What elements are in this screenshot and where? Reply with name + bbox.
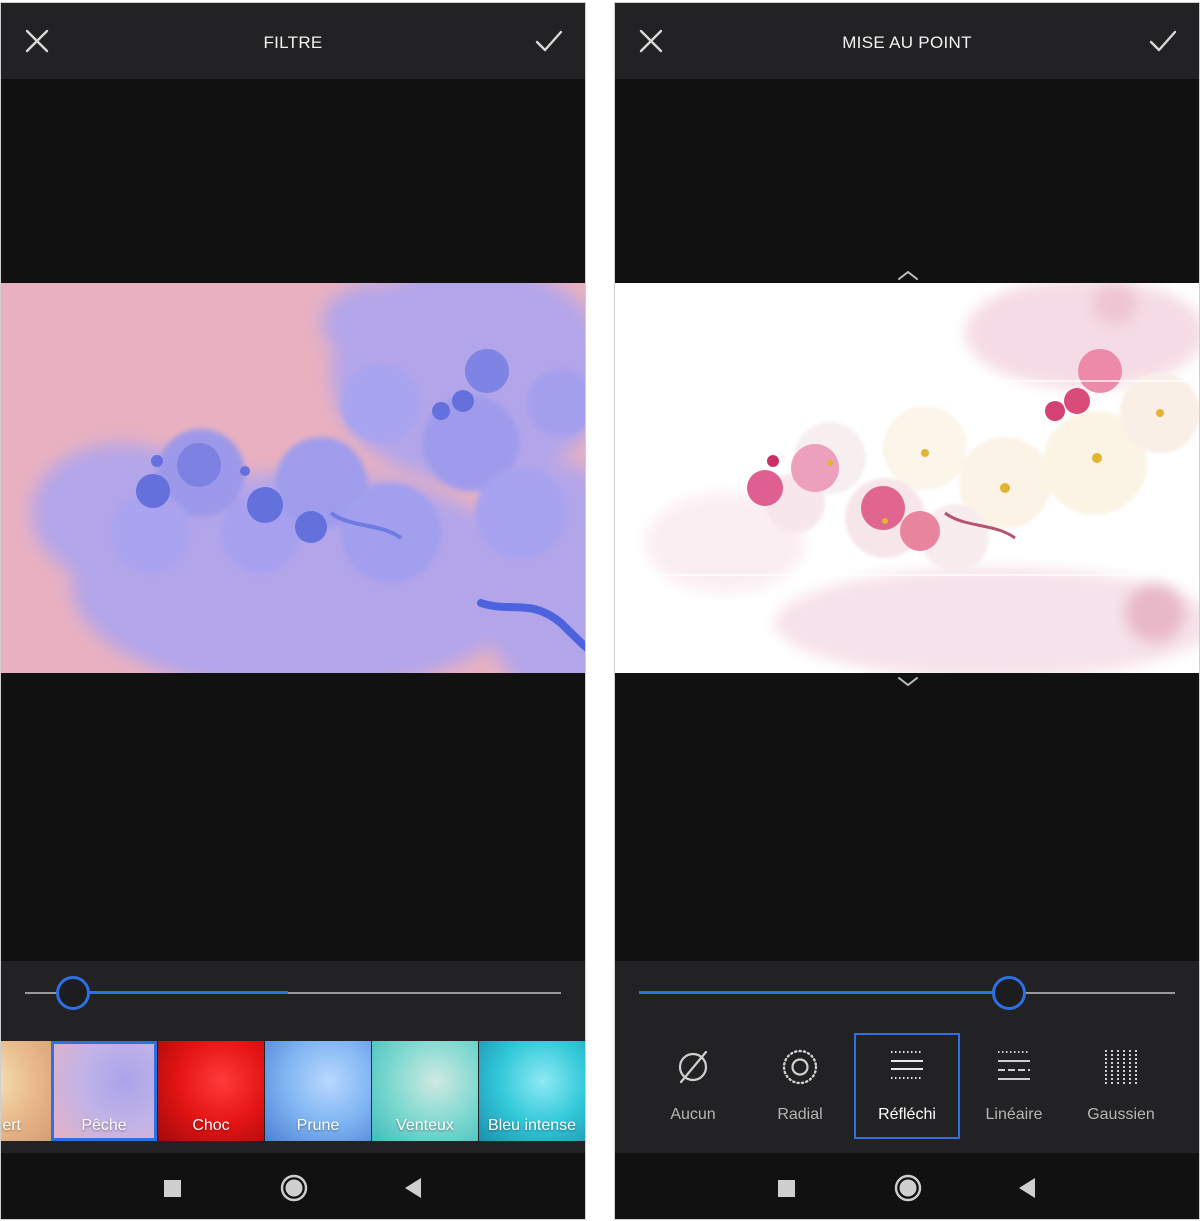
filter-label: Bleu intense <box>487 1117 577 1134</box>
filter-thumb-choc[interactable]: Choc <box>158 1041 264 1141</box>
filter-preview <box>51 1041 157 1141</box>
recents-button[interactable] <box>157 1173 187 1203</box>
intensity-slider[interactable] <box>25 976 561 1010</box>
filter-thumb-bleu-intense[interactable]: Bleu intense <box>479 1041 585 1141</box>
confirm-button[interactable] <box>1147 25 1179 57</box>
chevron-up-icon[interactable] <box>896 269 920 281</box>
focus-mode-lineaire[interactable]: Linéaire <box>961 1033 1067 1139</box>
focus-screen: MISE AU POINT Aucun Radial Réfléchi Liné… <box>614 2 1200 1220</box>
filter-thumb-prune[interactable]: Prune <box>265 1041 371 1141</box>
no-blur-icon <box>678 1050 708 1084</box>
chevron-down-icon[interactable] <box>896 675 920 687</box>
slider-fill <box>73 991 288 994</box>
checkmark-icon <box>1149 30 1177 52</box>
screen-title: FILTRE <box>263 33 323 52</box>
focus-mode-radial[interactable]: Radial <box>747 1033 853 1139</box>
triangle-back-icon <box>1019 1178 1035 1198</box>
focus-mode-label: Linéaire <box>985 1106 1043 1123</box>
home-button[interactable] <box>893 1173 923 1203</box>
mirrored-icon <box>891 1051 923 1079</box>
top-bar: MISE AU POINT <box>615 3 1199 79</box>
filter-label: ert <box>2 1117 21 1134</box>
filter-label: Choc <box>192 1117 230 1134</box>
square-icon <box>164 1180 181 1197</box>
back-button[interactable] <box>399 1173 429 1203</box>
top-bar: FILTRE <box>1 3 585 79</box>
focus-mode-aucun[interactable]: Aucun <box>640 1033 746 1139</box>
filter-screen: FILTRE ert Pêche Choc Prune Venteux Bleu… <box>0 2 586 1220</box>
radial-icon <box>782 1049 818 1085</box>
linear-icon <box>998 1051 1030 1080</box>
back-button[interactable] <box>1013 1173 1043 1203</box>
filter-thumb-peche[interactable]: Pêche <box>51 1041 157 1141</box>
focus-mode-label: Aucun <box>670 1106 716 1123</box>
checkmark-icon <box>535 30 563 52</box>
system-nav-bar <box>615 1153 1199 1219</box>
filter-controls: ert Pêche Choc Prune Venteux Bleu intens… <box>1 961 585 1153</box>
photo-preview[interactable] <box>615 283 1199 673</box>
circle-icon <box>894 1174 922 1202</box>
screen-title: MISE AU POINT <box>842 33 972 52</box>
filter-thumb-vert[interactable]: ert <box>1 1041 51 1141</box>
filter-thumb-venteux[interactable]: Venteux <box>372 1041 478 1141</box>
filter-label: Pêche <box>81 1117 127 1134</box>
focus-mode-label: Gaussien <box>1087 1106 1155 1123</box>
slider-fill <box>639 991 1009 994</box>
filter-label: Venteux <box>396 1117 454 1134</box>
system-nav-bar <box>1 1153 585 1219</box>
home-button[interactable] <box>279 1173 309 1203</box>
square-icon <box>778 1180 795 1197</box>
focus-controls: Aucun Radial Réfléchi Linéaire Gaussien <box>615 961 1199 1153</box>
focus-mode-reflechi[interactable]: Réfléchi <box>854 1033 960 1139</box>
focus-mode-gaussien[interactable]: Gaussien <box>1068 1033 1174 1139</box>
focus-mode-list: Aucun Radial Réfléchi Linéaire Gaussien <box>615 1033 1199 1141</box>
confirm-button[interactable] <box>533 25 565 57</box>
focus-mode-label: Radial <box>777 1106 823 1123</box>
focus-mode-label: Réfléchi <box>878 1106 936 1123</box>
photo-preview[interactable] <box>1 283 585 673</box>
slider-thumb[interactable] <box>991 976 1026 1010</box>
filter-strip[interactable]: ert Pêche Choc Prune Venteux Bleu intens… <box>1 1041 585 1141</box>
slider-thumb[interactable] <box>56 976 91 1010</box>
blur-strength-slider[interactable] <box>639 976 1175 1010</box>
gaussian-icon <box>1105 1050 1137 1084</box>
circle-icon <box>280 1174 308 1202</box>
blossom-image <box>615 283 1199 673</box>
filtered-blossom-image <box>1 283 585 673</box>
recents-button[interactable] <box>771 1173 801 1203</box>
filter-label: Prune <box>296 1117 340 1134</box>
triangle-back-icon <box>405 1178 421 1198</box>
